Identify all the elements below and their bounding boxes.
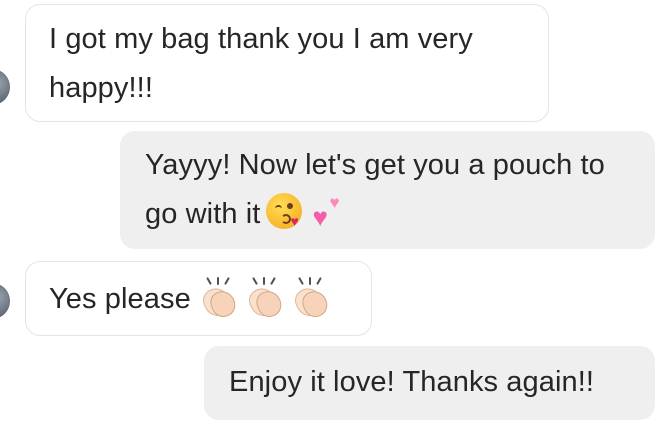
face-throwing-kiss-emoji: ♥ bbox=[266, 193, 303, 230]
message-thread: I got my bag thank you I am very happy!!… bbox=[0, 0, 670, 426]
outgoing-message-bubble[interactable]: Yayyy! Now let's get you a pouch to go w… bbox=[120, 131, 655, 249]
message-text: Yes please bbox=[49, 283, 191, 315]
two-hearts-emoji: ♥ ♥ bbox=[312, 193, 340, 233]
message-text: Yayyy! Now let's get you a pouch to go w… bbox=[145, 149, 605, 230]
message-text: Enjoy it love! Thanks again!! bbox=[229, 366, 595, 398]
clapping-hands-emoji bbox=[243, 277, 285, 321]
sender-avatar[interactable] bbox=[0, 69, 10, 105]
incoming-message-bubble[interactable]: I got my bag thank you I am very happy!!… bbox=[25, 4, 549, 122]
outgoing-message-bubble[interactable]: Enjoy it love! Thanks again!! bbox=[204, 346, 655, 420]
message-text: I got my bag thank you I am very happy!!… bbox=[49, 23, 473, 104]
clapping-hands-emoji bbox=[289, 277, 331, 321]
sender-avatar[interactable] bbox=[0, 283, 10, 319]
incoming-message-bubble[interactable]: Yes please bbox=[25, 261, 372, 336]
clapping-hands-emoji bbox=[197, 277, 239, 321]
